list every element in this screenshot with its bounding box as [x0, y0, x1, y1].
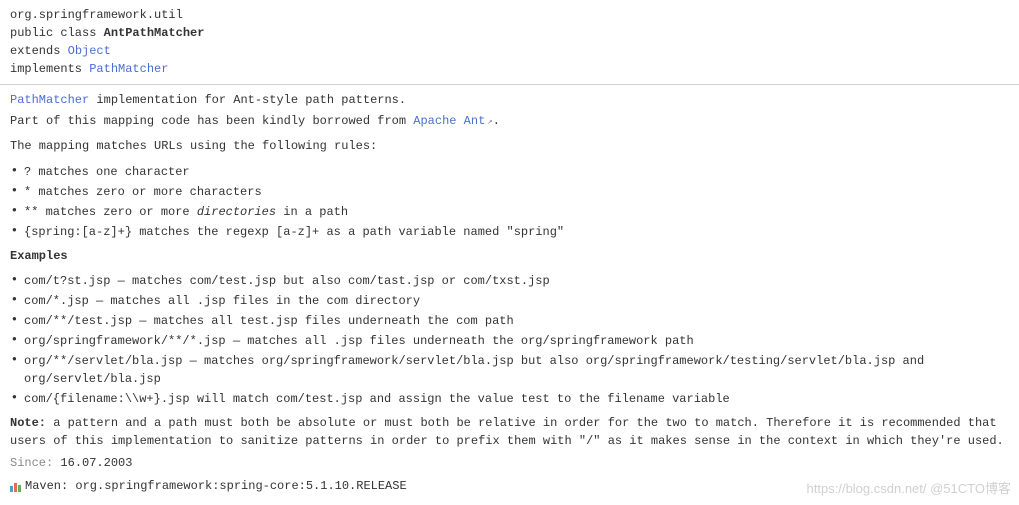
implements-label: implements — [10, 62, 82, 76]
since-label: Since: — [10, 456, 53, 470]
since-value: 16.07.2003 — [60, 456, 132, 470]
class-signature-block: org.springframework.util public class An… — [0, 0, 1019, 85]
rule-code: ** — [24, 205, 38, 219]
list-item: {spring:[a-z]+} matches the regexp [a-z]… — [10, 223, 1009, 241]
examples-list: com/t?st.jsp — matches com/test.jsp but … — [10, 272, 1009, 408]
list-item: * matches zero or more characters — [10, 183, 1009, 201]
extends-label: extends — [10, 44, 60, 58]
rule-code: {spring:[a-z]+} — [24, 225, 132, 239]
implements-line: implements PathMatcher — [10, 60, 1009, 78]
note-text: a pattern and a path must both be absolu… — [10, 416, 1004, 448]
rule-tail: in a path — [276, 205, 348, 219]
list-item: ? matches one character — [10, 163, 1009, 181]
extends-link[interactable]: Object — [68, 44, 111, 58]
rule-italic: directories — [197, 205, 276, 219]
maven-icon — [10, 482, 21, 492]
rule-desc: matches one character — [31, 165, 189, 179]
list-item: com/{filename:\\w+}.jsp will match com/t… — [10, 390, 1009, 408]
class-modifier: public class — [10, 26, 96, 40]
rule-desc: matches zero or more characters — [31, 185, 261, 199]
since-line: Since: 16.07.2003 — [10, 454, 1009, 473]
class-name: AntPathMatcher — [104, 26, 205, 40]
maven-text: Maven: org.springframework:spring-core:5… — [25, 477, 407, 496]
rules-list: ? matches one character * matches zero o… — [10, 163, 1009, 241]
intro-line-1: PathMatcher implementation for Ant-style… — [10, 91, 1009, 110]
list-item: com/**/test.jsp — matches all test.jsp f… — [10, 312, 1009, 330]
pathmatcher-link[interactable]: PathMatcher — [10, 93, 89, 107]
package-line: org.springframework.util — [10, 6, 1009, 24]
mapping-intro: The mapping matches URLs using the follo… — [10, 137, 1009, 156]
intro-line-2: Part of this mapping code has been kindl… — [10, 112, 1009, 131]
rule-desc: matches the regexp [a-z]+ as a path vari… — [132, 225, 564, 239]
implements-link[interactable]: PathMatcher — [89, 62, 168, 76]
apache-ant-link[interactable]: Apache Ant — [413, 114, 485, 128]
javadoc-body: PathMatcher implementation for Ant-style… — [0, 85, 1019, 502]
note-label: Note: — [10, 416, 46, 430]
watermark-text: https://blog.csdn.net/ @51CTO博客 — [807, 478, 1011, 497]
extends-line: extends Object — [10, 42, 1009, 60]
intro-text-1: implementation for Ant-style path patter… — [89, 93, 406, 107]
list-item: org/**/servlet/bla.jsp — matches org/spr… — [10, 352, 1009, 388]
class-decl-line: public class AntPathMatcher — [10, 24, 1009, 42]
examples-heading: Examples — [10, 247, 1009, 266]
intro-text-2: Part of this mapping code has been kindl… — [10, 114, 413, 128]
list-item: org/springframework/**/*.jsp — matches a… — [10, 332, 1009, 350]
list-item: ** matches zero or more directories in a… — [10, 203, 1009, 221]
rule-desc: matches zero or more — [38, 205, 196, 219]
intro-period: . — [493, 114, 500, 128]
list-item: com/t?st.jsp — matches com/test.jsp but … — [10, 272, 1009, 290]
note-paragraph: Note: a pattern and a path must both be … — [10, 414, 1009, 450]
list-item: com/*.jsp — matches all .jsp files in th… — [10, 292, 1009, 310]
